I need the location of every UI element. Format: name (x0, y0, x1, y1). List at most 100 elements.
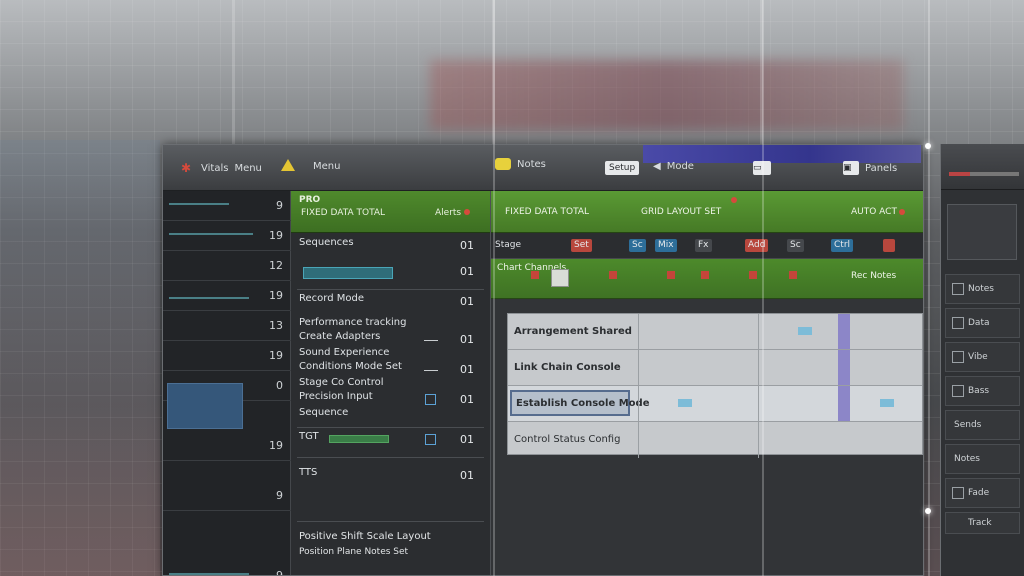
table-row[interactable]: Link Chain Console (508, 350, 922, 386)
notes-icon[interactable] (495, 158, 511, 170)
sidebar-row[interactable]: 12 (163, 251, 291, 281)
table-cell-highlight[interactable] (838, 386, 850, 421)
toolbar-button[interactable]: Mix (655, 239, 677, 252)
alert-dot-icon (464, 209, 470, 215)
list-item-value: 01 (460, 239, 474, 252)
list-footer-line-2: Position Plane Notes Set (299, 547, 409, 557)
sidebar-selected-thumbnail[interactable] (167, 383, 243, 429)
setup-button[interactable]: Setup (605, 161, 640, 175)
toolbar-button[interactable]: Fx (695, 239, 712, 252)
sidebar-row[interactable]: 13 (163, 311, 291, 341)
dock-row-label: Sends (954, 420, 982, 430)
title-left-sub[interactable]: Menu (234, 163, 261, 174)
dock-row[interactable]: Track (945, 512, 1020, 534)
toolbar-button[interactable]: Add (745, 239, 769, 252)
dock-row[interactable]: Data (945, 308, 1020, 338)
sidebar-row[interactable]: 9 (163, 191, 291, 221)
sidebar-row[interactable]: 19 (163, 431, 291, 461)
toolbar-button[interactable]: Ctrl (831, 239, 854, 252)
notes-group: Notes (495, 158, 546, 170)
toolbar-button[interactable]: Set (571, 239, 592, 252)
list-item-value: 01 (460, 363, 474, 376)
mode-label[interactable]: Mode (667, 161, 694, 172)
monitor-icon[interactable]: ▭ (753, 161, 771, 175)
sidebar-row[interactable]: 9 (163, 481, 291, 511)
list-item[interactable]: 01 (299, 263, 484, 285)
list-item[interactable]: Sequences 01 (299, 237, 484, 259)
sidebar-row-number: 19 (269, 229, 283, 242)
record-icon[interactable] (531, 271, 539, 279)
table-cell-chip[interactable] (678, 399, 692, 407)
list-item-progress[interactable] (303, 267, 393, 279)
table-cell-highlight[interactable] (838, 350, 850, 385)
list-footer-line-1: Positive Shift Scale Layout (299, 531, 431, 542)
dock-row-icon (952, 351, 964, 363)
table-cell-chip[interactable] (880, 399, 894, 407)
sidebar-row[interactable]: 19 (163, 281, 291, 311)
record-icon[interactable] (789, 271, 797, 279)
list-panel: PRO FIXED DATA TOTAL Alerts Sequences 01… (291, 191, 491, 575)
monitor-group: ▭ (753, 161, 771, 175)
toolbar-flag-icon[interactable] (883, 239, 895, 252)
track-thumbnail-icon[interactable] (551, 269, 569, 287)
table-row-label: Arrangement Shared (514, 326, 632, 337)
toolbar-button[interactable]: Sc (787, 239, 804, 252)
grid-alert-icon[interactable] (731, 197, 737, 203)
list-panel-alerts[interactable]: Alerts (435, 208, 470, 218)
warning-cone-icon[interactable] (281, 159, 295, 171)
list-item-level[interactable] (329, 435, 389, 443)
table-cell-chip[interactable] (798, 327, 812, 335)
sidebar-row[interactable]: 19 (163, 221, 291, 251)
toolbar-label: Stage (495, 240, 522, 250)
list-item[interactable]: TTS 01 (299, 467, 484, 489)
dock-row-label: Fade (968, 488, 990, 498)
list-item-checkbox[interactable] (425, 394, 436, 405)
list-item-value: 01 (460, 433, 474, 446)
record-icon[interactable] (701, 271, 709, 279)
back-arrow-icon[interactable]: ◀ (653, 161, 661, 172)
dock-row[interactable]: Sends (945, 410, 1020, 440)
data-table: Arrangement Shared Link Chain Console Es… (507, 313, 923, 458)
app-icon[interactable]: ✱ (181, 161, 195, 175)
dock-row[interactable]: Notes (945, 274, 1020, 304)
grid-toolbar: Stage Set Sc Mix Fx Add Sc Ctrl (491, 233, 923, 259)
sidebar-row-number: 9 (276, 199, 283, 212)
toolbar-button[interactable]: Sc (629, 239, 646, 252)
list-item[interactable]: Sequence (299, 407, 484, 429)
title-center-label[interactable]: Notes (517, 159, 546, 170)
list-item-label: TTS (299, 467, 318, 478)
sidebar-row[interactable]: 19 (163, 341, 291, 371)
list-item[interactable]: Record Mode 01 (299, 293, 484, 315)
dock-row[interactable]: Bass (945, 376, 1020, 406)
panels-label[interactable]: Panels (865, 163, 897, 174)
list-item-checkbox[interactable] (425, 434, 436, 445)
sidebar-row[interactable]: 9 (163, 561, 291, 575)
record-icon[interactable] (749, 271, 757, 279)
dock-row[interactable]: Vibe (945, 342, 1020, 372)
sidebar-row-number: 19 (269, 349, 283, 362)
list-item-value: 01 (460, 393, 474, 406)
list-item-label: Stage Co Control (299, 377, 384, 388)
dock-preview[interactable] (947, 204, 1017, 260)
record-icon[interactable] (667, 271, 675, 279)
list-item-value: 01 (460, 469, 474, 482)
mode-group: ◀ Mode (653, 161, 694, 172)
title-left-group: ✱ Vitals Menu (181, 161, 262, 175)
grid-header: FIXED DATA TOTAL GRID LAYOUT SET AUTO AC… (491, 191, 923, 233)
table-cell-highlight[interactable] (838, 314, 850, 349)
dock-row[interactable]: Notes (945, 444, 1020, 474)
overlay-glow (925, 143, 931, 149)
sidebar-row-number: 19 (269, 289, 283, 302)
table-row[interactable]: Arrangement Shared (508, 314, 922, 350)
title-mid-label[interactable]: Menu (313, 161, 340, 172)
list-item-value: 01 (460, 295, 474, 308)
list-item[interactable]: TGT 01 (299, 431, 484, 453)
dock-row-icon (952, 317, 964, 329)
table-row-selected[interactable]: Establish Console Mode (508, 386, 922, 422)
table-row[interactable]: Control Status Config (508, 422, 922, 458)
dock-row[interactable]: Fade (945, 478, 1020, 508)
list-item-dash (424, 370, 438, 371)
panels-icon[interactable]: ▣ (843, 161, 859, 175)
grid-alert-icon[interactable] (899, 209, 905, 215)
record-icon[interactable] (609, 271, 617, 279)
